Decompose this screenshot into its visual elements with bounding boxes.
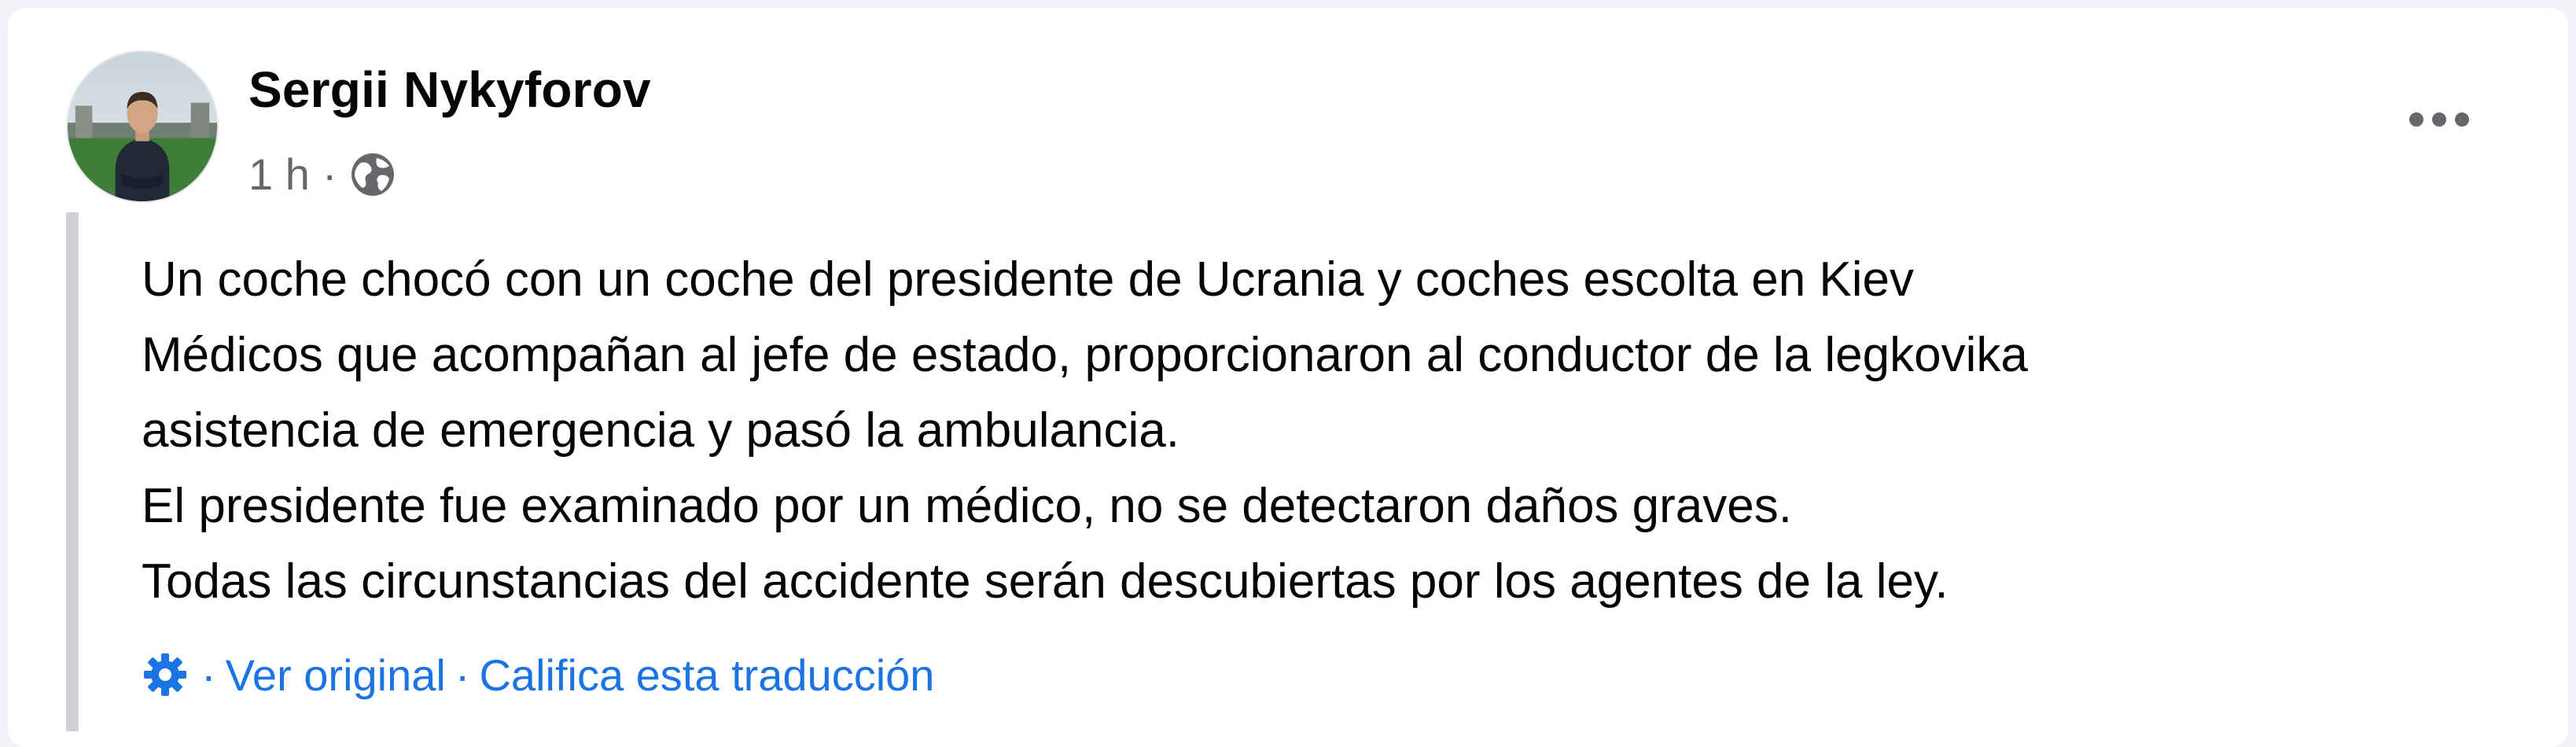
see-original-link[interactable]: Ver original <box>226 649 446 701</box>
more-options-button[interactable] <box>2398 86 2480 153</box>
post-body-line: Un coche chocó con un coche del presiden… <box>142 252 1915 307</box>
globe-icon[interactable] <box>350 152 396 197</box>
translation-separator: · <box>201 649 216 700</box>
author-avatar[interactable] <box>66 50 219 203</box>
post-card: Sergii Nykyforov 1 h · Un coche chocó co… <box>8 8 2568 747</box>
more-dots-icon <box>2409 112 2469 127</box>
post-body-line: El presidente fue examinado por un médic… <box>142 479 1792 533</box>
translation-bar: · Ver original · Califica esta traducció… <box>142 643 934 706</box>
post-meta: 1 h · <box>248 143 396 206</box>
author-name[interactable]: Sergii Nykyforov <box>248 58 651 121</box>
translation-separator: · <box>454 649 470 700</box>
rate-translation-link[interactable]: Califica esta traducción <box>479 649 934 701</box>
post-body-line: Todas las circunstancias del accidente s… <box>142 554 1949 609</box>
translation-quote-bar <box>66 212 79 731</box>
post-body-line: Médicos que acompañan al jefe de estado,… <box>142 328 2028 382</box>
post-body-line: asistencia de emergencia y pasó la ambul… <box>142 403 1179 458</box>
gear-icon[interactable] <box>142 651 189 698</box>
meta-separator: · <box>322 149 337 199</box>
post-body: Un coche chocó con un coche del presiden… <box>142 242 2501 620</box>
post-timestamp[interactable]: 1 h <box>248 143 310 206</box>
